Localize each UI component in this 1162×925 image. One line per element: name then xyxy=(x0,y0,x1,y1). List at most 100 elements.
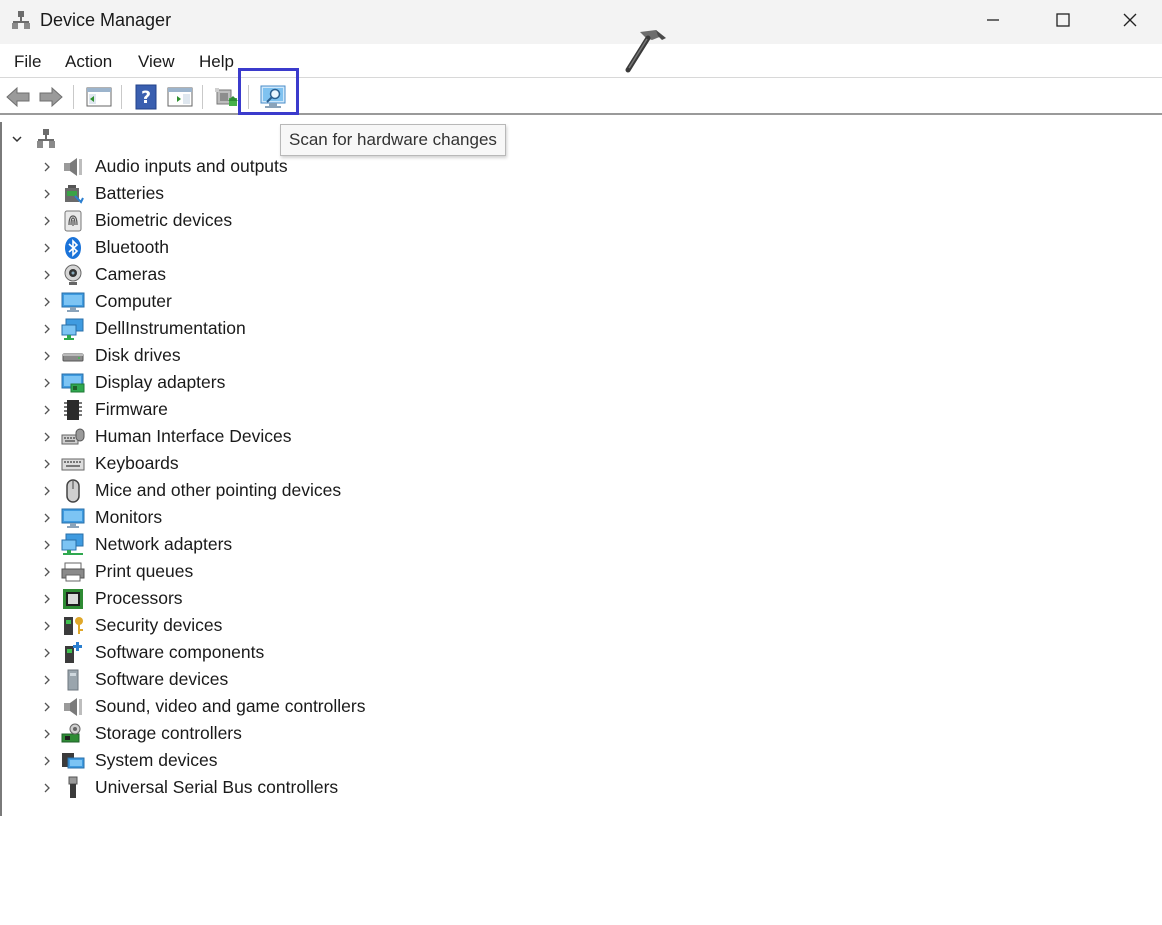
tree-item[interactable]: Human Interface Devices xyxy=(38,423,638,450)
update-driver-button[interactable] xyxy=(212,83,240,111)
tree-item-label: Software components xyxy=(95,642,265,662)
menu-file[interactable]: File xyxy=(14,52,41,72)
maximize-button[interactable] xyxy=(1028,0,1098,40)
chevron-right-icon[interactable] xyxy=(38,153,56,180)
tree-item-label: Print queues xyxy=(95,561,194,581)
chevron-right-icon[interactable] xyxy=(38,288,56,315)
chevron-right-icon[interactable] xyxy=(38,315,56,342)
computer-network-icon xyxy=(37,129,55,148)
tree-root[interactable] xyxy=(10,127,57,151)
tree-item-label: Disk drives xyxy=(95,345,181,365)
tree-item[interactable]: DellInstrumentation xyxy=(38,315,638,342)
menu-bar: File Action View Help xyxy=(0,44,1162,78)
tree-item[interactable]: Firmware xyxy=(38,396,638,423)
tree-item-label: Universal Serial Bus controllers xyxy=(95,777,339,797)
maximize-icon xyxy=(1056,13,1070,27)
chevron-right-icon[interactable] xyxy=(38,531,56,558)
chevron-right-icon[interactable] xyxy=(38,342,56,369)
tree-item[interactable]: Cameras xyxy=(38,261,638,288)
device-manager-app-icon xyxy=(12,11,30,29)
tree-item-label: Biometric devices xyxy=(95,210,233,230)
menu-action[interactable]: Action xyxy=(65,52,112,72)
tree-item[interactable]: Print queues xyxy=(38,558,638,585)
tree-item-label: Software devices xyxy=(95,669,229,689)
tree-item[interactable]: Keyboards xyxy=(38,450,638,477)
show-hide-console-tree-button[interactable] xyxy=(85,83,113,111)
toolbar: ? xyxy=(0,79,1162,115)
menu-view[interactable]: View xyxy=(138,52,175,72)
tree-item[interactable]: Computer xyxy=(38,288,638,315)
network-adapter-icon xyxy=(61,533,85,557)
tree-item[interactable]: Biometric devices xyxy=(38,207,638,234)
action-pane-button[interactable] xyxy=(166,83,194,111)
tree-item-label: Security devices xyxy=(95,615,223,635)
tree-item[interactable]: Monitors xyxy=(38,504,638,531)
scan-button-highlight xyxy=(238,68,299,115)
tree-item-label: Keyboards xyxy=(95,453,179,473)
chevron-down-icon[interactable] xyxy=(10,132,24,146)
processor-icon xyxy=(61,587,85,611)
chevron-right-icon[interactable] xyxy=(38,504,56,531)
chevron-right-icon[interactable] xyxy=(38,639,56,666)
tree-item-label: Human Interface Devices xyxy=(95,426,292,446)
sound-icon xyxy=(61,695,85,719)
tree-item-label: Firmware xyxy=(95,399,168,419)
tree-item[interactable]: Display adapters xyxy=(38,369,638,396)
tree-item[interactable]: Mice and other pointing devices xyxy=(38,477,638,504)
chevron-right-icon[interactable] xyxy=(38,207,56,234)
software-device-icon xyxy=(61,668,85,692)
back-button[interactable] xyxy=(4,83,32,111)
speaker-icon xyxy=(61,155,85,179)
tree-item[interactable]: Software devices xyxy=(38,666,638,693)
tree-item[interactable]: Security devices xyxy=(38,612,638,639)
close-button[interactable] xyxy=(1098,0,1162,40)
close-icon xyxy=(1123,13,1137,27)
tree-item-label: Monitors xyxy=(95,507,163,527)
tree-item[interactable]: Network adapters xyxy=(38,531,638,558)
tree-item[interactable]: Software components xyxy=(38,639,638,666)
tree-item[interactable]: Audio inputs and outputs xyxy=(38,153,638,180)
chevron-right-icon[interactable] xyxy=(38,180,56,207)
chevron-right-icon[interactable] xyxy=(38,450,56,477)
tree-item[interactable]: Bluetooth xyxy=(38,234,638,261)
tree-item-label: Computer xyxy=(95,291,172,311)
svg-text:?: ? xyxy=(141,88,151,108)
tree-item[interactable]: Sound, video and game controllers xyxy=(38,693,638,720)
tree-item-label: Network adapters xyxy=(95,534,233,554)
minimize-icon xyxy=(987,19,999,21)
chevron-right-icon[interactable] xyxy=(38,477,56,504)
tree-item[interactable]: Universal Serial Bus controllers xyxy=(38,774,638,801)
chevron-right-icon[interactable] xyxy=(38,693,56,720)
tree-item[interactable]: Batteries xyxy=(38,180,638,207)
help-button[interactable]: ? xyxy=(132,83,160,111)
minimize-button[interactable] xyxy=(958,0,1028,40)
hammer-logo-icon xyxy=(625,30,666,73)
tree-item-label: Bluetooth xyxy=(95,237,169,257)
forward-button[interactable] xyxy=(37,83,65,111)
chevron-right-icon[interactable] xyxy=(38,612,56,639)
tree-item[interactable]: Storage controllers xyxy=(38,720,638,747)
action-pane-icon xyxy=(167,87,193,107)
chevron-right-icon[interactable] xyxy=(38,369,56,396)
console-tree-icon xyxy=(86,87,112,107)
chevron-right-icon[interactable] xyxy=(38,666,56,693)
security-key-icon xyxy=(61,614,85,638)
chevron-right-icon[interactable] xyxy=(38,396,56,423)
battery-icon xyxy=(61,182,85,206)
tree-item-label: Batteries xyxy=(95,183,165,203)
bluetooth-icon xyxy=(61,236,85,260)
chevron-right-icon[interactable] xyxy=(38,585,56,612)
tree-item-label: Display adapters xyxy=(95,372,226,392)
tree-item[interactable]: System devices xyxy=(38,747,638,774)
tree-item[interactable]: Processors xyxy=(38,585,638,612)
menu-help[interactable]: Help xyxy=(199,52,234,72)
chevron-right-icon[interactable] xyxy=(38,234,56,261)
chevron-right-icon[interactable] xyxy=(38,774,56,801)
chevron-right-icon[interactable] xyxy=(38,558,56,585)
chevron-right-icon[interactable] xyxy=(38,720,56,747)
chevron-right-icon[interactable] xyxy=(38,261,56,288)
chevron-right-icon[interactable] xyxy=(38,423,56,450)
tree-item-label: System devices xyxy=(95,750,218,770)
chevron-right-icon[interactable] xyxy=(38,747,56,774)
tree-item[interactable]: Disk drives xyxy=(38,342,638,369)
